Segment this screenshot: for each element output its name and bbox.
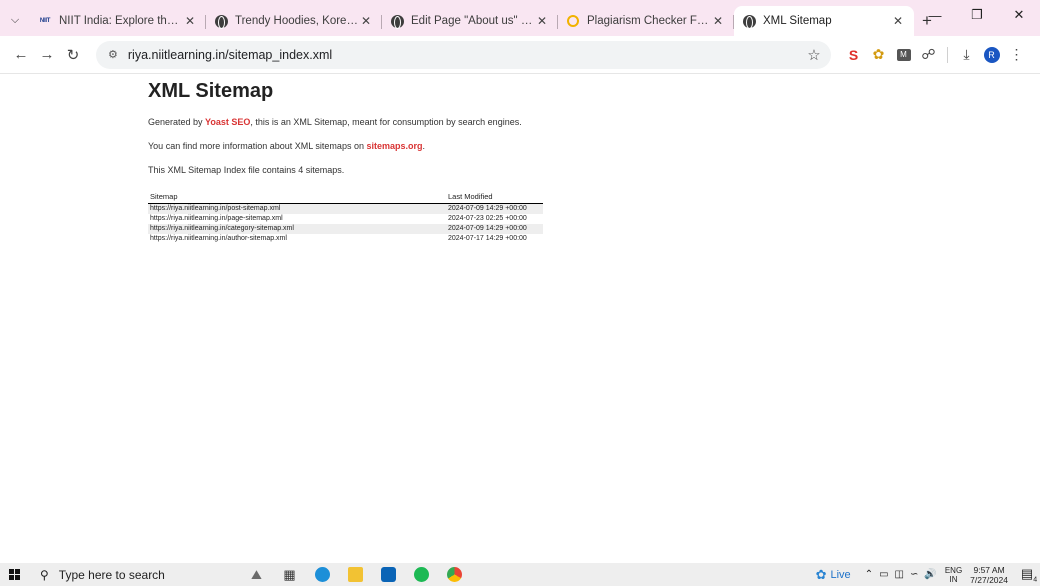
toolbar-divider [947,46,948,63]
extensions-puzzle-icon[interactable]: ☍ [916,46,941,64]
globe-icon [742,14,756,29]
eiffel-tower-widget-icon[interactable]: ⛰ [240,563,273,586]
globe-icon [390,14,404,29]
tab-title: Plagiarism Checker Free | Ac [587,15,710,27]
clock-date: 7/27/2024 [970,574,1008,585]
generator-text: Generated by Yoast SEO, this is an XML S… [148,117,522,127]
close-icon[interactable]: ✕ [534,14,550,28]
extension-m-icon[interactable]: M [891,46,916,64]
sitemaps-org-link[interactable]: sitemaps.org [366,141,422,151]
sitemap-link[interactable]: https://riya.niitlearning.in/post-sitema… [148,203,446,214]
sitemap-link[interactable]: https://riya.niitlearning.in/page-sitema… [148,214,446,224]
column-header-last-modified: Last Modified [446,192,543,204]
chevron-up-icon[interactable]: ⌃ [865,569,873,580]
close-icon[interactable]: ✕ [890,14,906,28]
page-title: XML Sitemap [148,80,274,102]
site-info-icon[interactable]: ⚙ [108,48,118,61]
taskbar-apps: ⛰ ▦ [240,563,471,586]
back-icon[interactable]: ← [8,46,34,63]
windows-start-icon[interactable] [0,569,28,580]
close-icon[interactable]: ✕ [710,14,726,28]
address-bar[interactable]: ⚙ riya.niitlearning.in/sitemap_index.xml… [96,40,831,69]
clock[interactable]: 9:57 AM 7/27/2024 [970,565,1008,585]
tab-title: Trendy Hoodies, Korean Outf [235,15,358,27]
spotify-icon[interactable] [405,563,438,586]
bookmark-star-icon[interactable]: ☆ [801,46,827,64]
language-indicator[interactable]: ENG IN [945,566,962,584]
taskbar-search[interactable]: ⚲ Type here to search [34,563,210,586]
table-row: https://riya.niitlearning.in/author-site… [148,234,543,244]
chevron-down-icon: ⌵ [10,13,20,26]
meet-now-icon[interactable]: ▭ [879,569,888,580]
last-modified-cell: 2024-07-17 14:29 +00:00 [448,235,527,242]
tab-edit-page[interactable]: Edit Page "About us" ‹ Bliss ✕ [382,6,558,36]
file-explorer-icon[interactable] [339,563,372,586]
last-modified-cell: 2024-07-09 14:29 +00:00 [446,203,543,214]
sitemap-link[interactable]: https://riya.niitlearning.in/category-si… [148,223,446,234]
tab-strip: ⌵ NIIT NIIT India: Explore the Best C ✕ … [0,0,1040,36]
system-tray: ✿ Live ⌃ ▭ ◫ ∽ 🔊 ENG IN 9:57 AM 7/27/2024… [816,563,1040,586]
wifi-icon[interactable]: ∽ [910,569,918,580]
tab-title: XML Sitemap [763,15,832,27]
kebab-menu-icon[interactable]: ⋮ [1004,46,1029,64]
restore-icon[interactable]: ❐ [956,7,998,23]
table-header-row: Sitemap Last Modified [148,192,543,204]
extensions-area: S ✿ M ☍ ⤓ R ⋮ [841,46,1029,64]
table-row: https://riya.niitlearning.in/page-sitema… [148,214,543,224]
plagiarism-icon [566,14,580,28]
tab-search-button[interactable]: ⌵ [0,4,30,36]
notification-center-icon[interactable]: ▤4 [1018,566,1040,584]
reload-icon[interactable]: ↻ [60,46,86,64]
url-text[interactable]: riya.niitlearning.in/sitemap_index.xml [128,48,801,62]
close-window-icon[interactable]: ✕ [998,7,1040,23]
close-icon[interactable]: ✕ [358,14,374,28]
windows-taskbar: ⚲ Type here to search ⛰ ▦ ✿ Live ⌃ ▭ ◫ ∽ … [0,563,1040,586]
task-view-icon[interactable]: ▦ [273,563,306,586]
mail-icon[interactable] [372,563,405,586]
live-cricket-widget[interactable]: ✿ Live [816,567,851,583]
tab-title: NIIT India: Explore the Best C [59,15,182,27]
tab-trendy-hoodies[interactable]: Trendy Hoodies, Korean Outf ✕ [206,6,382,36]
last-modified-cell: 2024-07-09 14:29 +00:00 [446,223,543,234]
search-placeholder: Type here to search [58,567,165,582]
cricket-icon: ✿ [815,566,827,582]
sitemap-link[interactable]: https://riya.niitlearning.in/author-site… [148,234,446,244]
column-header-sitemap: Sitemap [148,192,446,204]
forward-icon[interactable]: → [34,46,60,63]
profile-avatar[interactable]: R [979,46,1004,64]
globe-icon [214,14,228,29]
table-row: https://riya.niitlearning.in/post-sitema… [148,203,543,214]
download-icon[interactable]: ⤓ [954,46,979,64]
tab-title: Edit Page "About us" ‹ Bliss [411,15,534,27]
notification-count: 4 [1033,576,1038,584]
search-icon: ⚲ [40,567,49,582]
extension-s-icon[interactable]: S [841,46,866,64]
browser-toolbar: ← → ↻ ⚙ riya.niitlearning.in/sitemap_ind… [0,36,1040,74]
tab-niit[interactable]: NIIT NIIT India: Explore the Best C ✕ [30,6,206,36]
window-controls: — ❐ ✕ [914,0,1040,30]
tray-icons: ⌃ ▭ ◫ ∽ 🔊 [865,569,937,580]
extension-bee-icon[interactable]: ✿ [866,46,891,64]
sitemap-table: Sitemap Last Modified https://riya.niitl… [148,192,543,244]
close-icon[interactable]: ✕ [182,14,198,28]
sitemap-count-text: This XML Sitemap Index file contains 4 s… [148,165,345,175]
minimize-icon[interactable]: — [914,8,956,23]
volume-icon[interactable]: 🔊 [924,569,936,580]
chrome-icon[interactable] [438,563,471,586]
sitemap-page: XML Sitemap Generated by Yoast SEO, this… [148,78,668,244]
last-modified-cell: 2024-07-23 02:25 +00:00 [448,215,527,222]
tab-plagiarism-checker[interactable]: Plagiarism Checker Free | Ac ✕ [558,6,734,36]
edge-icon[interactable] [306,563,339,586]
battery-icon[interactable]: ◫ [895,569,904,580]
yoast-seo-link[interactable]: Yoast SEO [205,117,250,127]
table-row: https://riya.niitlearning.in/category-si… [148,223,543,234]
clock-time: 9:57 AM [973,564,1005,575]
niit-logo-icon: NIIT [39,18,51,24]
info-text: You can find more information about XML … [148,141,426,151]
tab-xml-sitemap[interactable]: XML Sitemap ✕ [734,6,914,36]
